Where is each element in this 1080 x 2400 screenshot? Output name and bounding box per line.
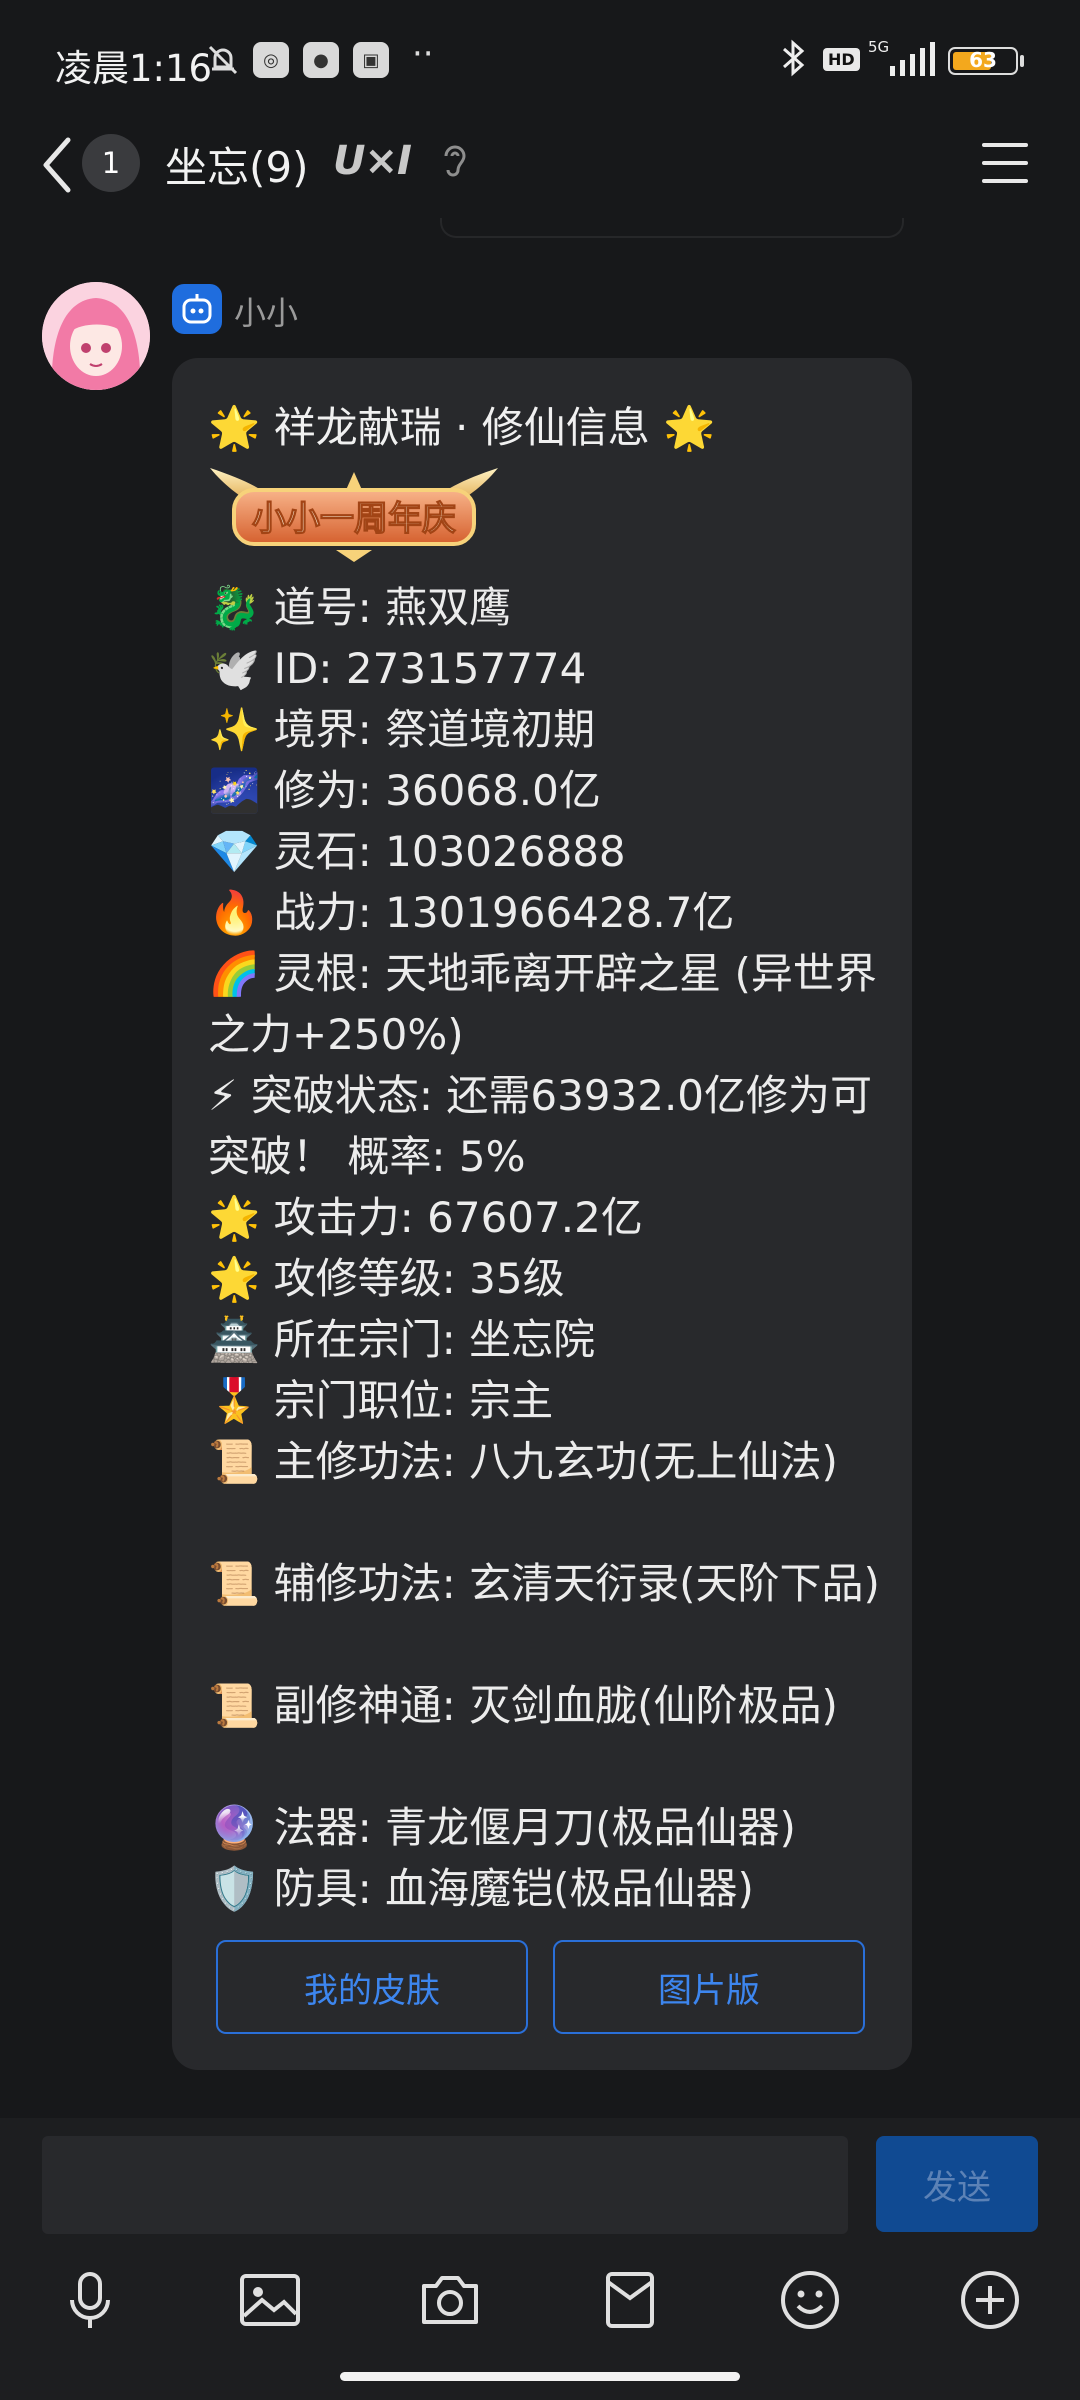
network-type-label: 5G [868, 38, 890, 56]
earpiece-mode-icon [440, 141, 470, 190]
battery-level: 63 [969, 48, 997, 72]
anniversary-banner: 小小一周年庆 [210, 468, 498, 562]
back-arrow-icon[interactable] [36, 130, 76, 200]
info-line-dao-name: 🐉 道号: 燕双鹰 [208, 583, 512, 632]
group-level-badge: U×I [333, 138, 412, 184]
plus-icon[interactable] [958, 2268, 1022, 2332]
chat-title[interactable]: 坐忘(9) [165, 134, 309, 195]
previous-message-bubble [440, 218, 904, 238]
info-line-secondary-ability: 📜 副修神通: 灭剑血胧(仙阶极品) [208, 1681, 838, 1730]
info-line-spirit-stones: 💎 灵石: 103026888 [208, 827, 626, 876]
info-line-sect: 🏯 所在宗门: 坐忘院 [208, 1315, 596, 1364]
app-notification-icon: ● [303, 42, 339, 78]
unread-count-badge[interactable]: 1 [82, 134, 140, 192]
app-notification-icon: ◎ [253, 42, 289, 78]
info-line-combat-power: 🔥 战力: 1301966428.7亿 [208, 888, 735, 937]
bot-icon [172, 284, 222, 334]
menu-icon[interactable] [982, 143, 1028, 183]
more-notifications-dots: ·· [412, 34, 434, 74]
info-line-spirit-root: 🌈 灵根: 天地乖离开辟之星 (异世界之力+250%) [208, 949, 877, 1059]
message-input[interactable] [42, 2136, 848, 2234]
info-line-cultivation: 🌌 修为: 36068.0亿 [208, 766, 601, 815]
info-line-attack-level: 🌟 攻修等级: 35级 [208, 1254, 565, 1303]
battery-icon: 63 [948, 47, 1018, 75]
info-line-attack: 🌟 攻击力: 67607.2亿 [208, 1193, 643, 1242]
banner-text: 小小一周年庆 [252, 499, 456, 539]
info-line-realm: ✨ 境界: 祭道境初期 [208, 705, 596, 754]
microphone-icon[interactable] [58, 2268, 122, 2332]
info-line-armor: 🛡️ 防具: 血海魔铠(极品仙器) [208, 1864, 754, 1913]
avatar[interactable] [42, 282, 150, 390]
emoji-icon[interactable] [778, 2268, 842, 2332]
app-notification-icon: ▣ [353, 42, 389, 78]
info-line-id: 🕊️ ID: 273157774 [208, 644, 587, 693]
hd-voice-badge: HD [823, 48, 860, 71]
info-line-sect-position: 🎖️ 宗门职位: 宗主 [208, 1376, 554, 1425]
message-title: 🌟 祥龙献瑞 · 修仙信息 🌟 [208, 403, 716, 452]
image-icon[interactable] [238, 2268, 302, 2332]
red-packet-icon[interactable] [598, 2268, 662, 2332]
sender-name: 小小 [234, 294, 299, 332]
info-line-main-technique: 📜 主修功法: 八九玄功(无上仙法) [208, 1437, 838, 1486]
status-time: 凌晨1:16 [55, 47, 213, 90]
info-line-breakthrough: ⚡ 突破状态: 还需63932.0亿修为可突破！ 概率: 5% [208, 1071, 873, 1181]
send-button[interactable]: 发送 [876, 2136, 1038, 2232]
camera-icon[interactable] [418, 2268, 482, 2332]
my-skin-button[interactable]: 我的皮肤 [216, 1940, 528, 2034]
bluetooth-icon [776, 38, 812, 87]
info-line-aux-technique: 📜 辅修功法: 玄清天衍录(天阶下品) [208, 1559, 880, 1608]
signal-strength-icon [890, 42, 935, 76]
chat-header [0, 120, 1080, 230]
home-indicator[interactable] [340, 2372, 740, 2381]
bell-muted-icon [205, 42, 241, 78]
battery-cap [1020, 55, 1024, 67]
image-version-button[interactable]: 图片版 [553, 1940, 865, 2034]
info-line-artifact: 🔮 法器: 青龙偃月刀(极品仙器) [208, 1803, 796, 1852]
